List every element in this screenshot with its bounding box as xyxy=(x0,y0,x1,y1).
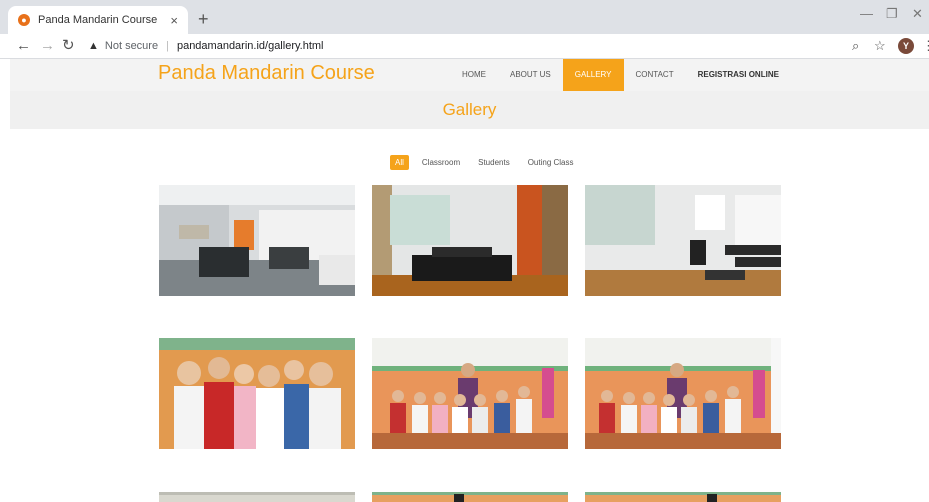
gallery-image-students-with-teacher-2[interactable] xyxy=(585,338,781,449)
page-title: Gallery xyxy=(442,100,497,119)
zoom-icon[interactable]: ⌕ xyxy=(852,38,859,54)
site-favicon-icon: ● xyxy=(18,14,30,26)
browser-tab-strip: ● Panda Mandarin Course × + — ❐ ✕ xyxy=(0,0,929,34)
maximize-icon[interactable]: ❐ xyxy=(886,6,898,22)
menu-item-registrasi-online[interactable]: REGISTRASI ONLINE xyxy=(686,59,791,91)
site-brand[interactable]: Panda Mandarin Course xyxy=(158,62,375,85)
browser-toolbar: ← → ↻ ▲ Not secure | pandamandarin.id/ga… xyxy=(0,34,929,59)
menu-item-about-us[interactable]: ABOUT US xyxy=(498,59,563,91)
tab-close-icon[interactable]: × xyxy=(170,13,178,28)
menu-item-contact[interactable]: CONTACT xyxy=(624,59,686,91)
url-text[interactable]: pandamandarin.id/gallery.html xyxy=(177,40,324,52)
main-menu: HOME ABOUT US GALLERY CONTACT REGISTRASI… xyxy=(450,59,791,91)
new-tab-icon[interactable]: + xyxy=(198,9,209,30)
gallery-image-classroom-chairs[interactable] xyxy=(585,185,781,296)
gallery-image-students-with-teacher[interactable] xyxy=(372,338,568,449)
filter-outing-class[interactable]: Outing Class xyxy=(523,155,579,170)
menu-icon[interactable]: ⋮ xyxy=(922,38,929,54)
minimize-icon[interactable]: — xyxy=(860,6,873,21)
gallery-image-meeting-room[interactable] xyxy=(372,185,568,296)
tab-title: Panda Mandarin Course xyxy=(38,14,158,26)
browser-tab[interactable]: ● Panda Mandarin Course × xyxy=(8,6,188,34)
gallery-image-classroom-computers[interactable] xyxy=(159,185,355,296)
gallery-image-row3-1[interactable] xyxy=(159,492,355,502)
menu-item-gallery[interactable]: GALLERY xyxy=(562,59,624,91)
profile-avatar[interactable]: Y xyxy=(898,38,914,54)
star-icon[interactable]: ☆ xyxy=(874,38,886,54)
gallery-filters: All Classroom Students Outing Class xyxy=(390,155,579,170)
menu-item-home[interactable]: HOME xyxy=(450,59,498,91)
warning-icon: ▲ xyxy=(88,40,99,52)
filter-all[interactable]: All xyxy=(390,155,409,170)
address-separator: | xyxy=(166,40,169,52)
reload-icon[interactable]: ↻ xyxy=(62,37,75,55)
filter-classroom[interactable]: Classroom xyxy=(417,155,465,170)
gallery-image-row3-3[interactable] xyxy=(585,492,781,502)
filter-students[interactable]: Students xyxy=(473,155,515,170)
back-arrow-icon[interactable]: ← xyxy=(16,37,31,55)
page-banner: Gallery xyxy=(10,91,929,129)
gallery-image-students-group-closeup[interactable] xyxy=(159,338,355,449)
address-bar[interactable]: ▲ Not secure | pandamandarin.id/gallery.… xyxy=(88,36,828,56)
forward-arrow-icon[interactable]: → xyxy=(40,37,55,55)
close-icon[interactable]: ✕ xyxy=(912,6,923,22)
not-secure-label: Not secure xyxy=(104,40,159,52)
gallery-image-row3-2[interactable] xyxy=(372,492,568,502)
site-header: Panda Mandarin Course HOME ABOUT US GALL… xyxy=(10,59,929,91)
